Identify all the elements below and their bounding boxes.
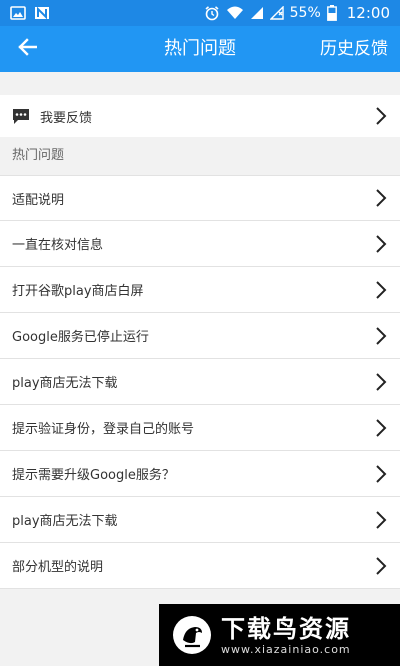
- n-app-icon: [34, 6, 50, 20]
- watermark-text: 下载鸟资源 www.xiazainiao.com: [221, 615, 351, 656]
- faq-item-label: 提示验证身份，登录自己的账号: [12, 422, 195, 437]
- wifi-icon: [226, 6, 244, 20]
- faq-item[interactable]: 一直在核对信息: [0, 221, 400, 267]
- image-icon: [10, 6, 26, 20]
- faq-list: 适配说明 一直在核对信息 打开谷歌play商店白屏 Google服务已停止运行 …: [0, 175, 400, 589]
- faq-item-label: 适配说明: [12, 192, 65, 208]
- chevron-right-icon: [374, 510, 388, 530]
- title-bar: 热门问题 历史反馈: [0, 26, 400, 72]
- chevron-right-icon: [374, 188, 388, 208]
- alarm-icon: [204, 5, 220, 21]
- faq-item[interactable]: play商店无法下载: [0, 359, 400, 405]
- status-bar: 55% 12:00: [0, 0, 400, 26]
- back-button[interactable]: [12, 34, 42, 64]
- faq-item[interactable]: 适配说明: [0, 175, 400, 221]
- chevron-right-icon: [374, 556, 388, 576]
- status-clock: 12:00: [346, 4, 390, 22]
- watermark-name: 下载鸟资源: [221, 614, 351, 643]
- faq-item-label: play商店无法下载: [12, 376, 118, 391]
- watermark-url: www.xiazainiao.com: [221, 642, 351, 656]
- faq-item-label: Google服务已停止运行: [12, 330, 149, 345]
- chevron-right-icon: [374, 234, 388, 254]
- content-area: 我要反馈 热门问题 适配说明 一直在核对信息 打开谷歌play商店白屏 Goog…: [0, 72, 400, 666]
- battery-icon: [326, 5, 337, 21]
- faq-item[interactable]: 部分机型的说明: [0, 543, 400, 589]
- chevron-right-icon: [374, 464, 388, 484]
- bird-logo-icon: [171, 614, 213, 656]
- faq-item-label: 打开谷歌play商店白屏: [12, 284, 144, 299]
- status-left: [10, 6, 50, 20]
- faq-item-label: play商店无法下载: [12, 514, 118, 529]
- faq-item[interactable]: 提示验证身份，登录自己的账号: [0, 405, 400, 451]
- feedback-row[interactable]: 我要反馈: [0, 95, 400, 137]
- signal-icon: [250, 6, 264, 20]
- battery-percent: 55%: [289, 5, 321, 21]
- chevron-right-icon: [374, 372, 388, 392]
- chevron-right-icon: [374, 280, 388, 300]
- feedback-label: 我要反馈: [40, 110, 93, 126]
- faq-item[interactable]: 打开谷歌play商店白屏: [0, 267, 400, 313]
- arrow-left-icon: [17, 38, 38, 60]
- chevron-right-icon: [374, 418, 388, 438]
- history-feedback-button[interactable]: 历史反馈: [320, 26, 388, 72]
- chevron-right-icon: [374, 326, 388, 346]
- chat-bubble-icon: [12, 107, 30, 125]
- no-sim-icon: [269, 6, 284, 20]
- faq-item-label: 一直在核对信息: [12, 238, 104, 253]
- status-right: 55% 12:00: [204, 4, 390, 22]
- section-header: 热门问题: [12, 148, 65, 163]
- faq-item-label: 部分机型的说明: [12, 560, 104, 575]
- faq-item[interactable]: play商店无法下载: [0, 497, 400, 543]
- chevron-right-icon: [374, 106, 388, 126]
- faq-item[interactable]: Google服务已停止运行: [0, 313, 400, 359]
- faq-item[interactable]: 提示需要升级Google服务？: [0, 451, 400, 497]
- faq-item-label: 提示需要升级Google服务？: [12, 468, 175, 483]
- watermark-banner: 下载鸟资源 www.xiazainiao.com: [159, 604, 400, 666]
